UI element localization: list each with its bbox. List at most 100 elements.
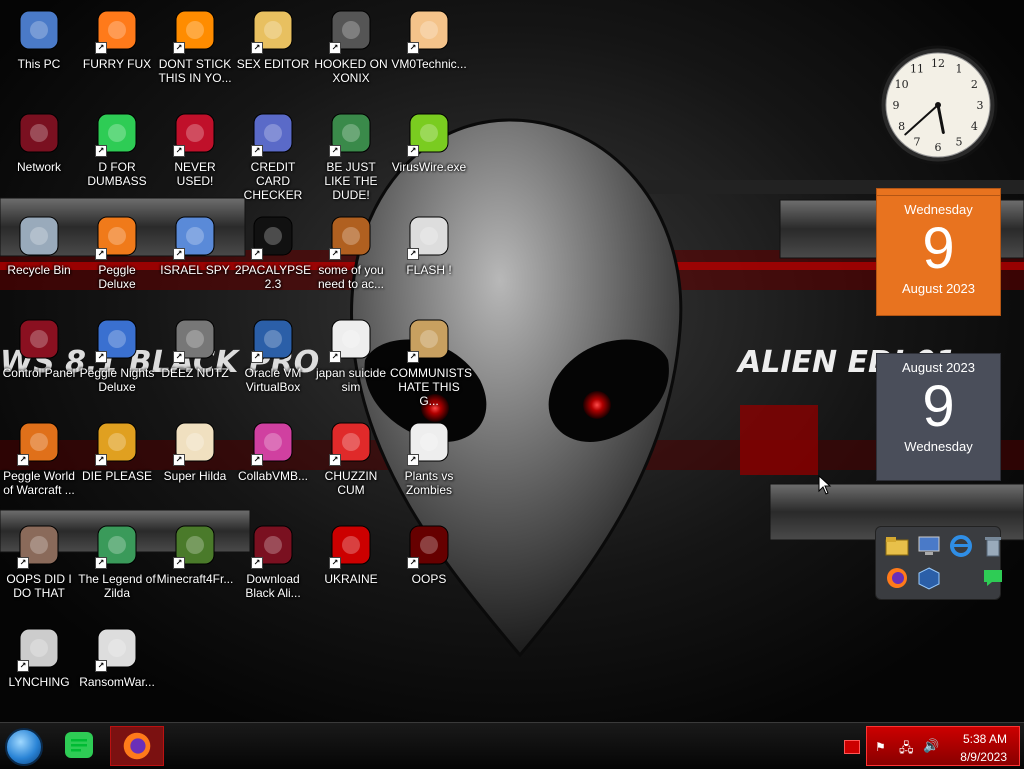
virtualbox-icon[interactable] [916,565,942,591]
shortcut-arrow-icon: ↗ [95,145,107,157]
taskbar-discord-chat-icon[interactable] [56,726,102,766]
firefox-icon[interactable] [884,565,910,591]
desktop-icon[interactable]: ↗ Peggle Deluxe [78,212,156,291]
desktop-icon-label: Network [16,160,61,174]
tray-time[interactable]: 5:38 AM [963,732,1007,746]
shortcut-arrow-icon: ↗ [329,42,341,54]
desktop-icon[interactable]: ↗ Super Hilda [156,418,234,483]
calendar-weekday: Wednesday [904,202,973,217]
desktop-icon[interactable]: ↗ Oracle VM VirtualBox [234,315,312,394]
director-icon: ↗ [93,418,141,466]
desktop-icon-label: CREDIT CARD CHECKER [243,160,303,202]
desktop-icon[interactable]: ↗ Minecraft4Fr... [156,521,234,586]
desktop-icon[interactable]: ↗ HOOKED ON XONIX [312,6,390,85]
desktop-icon[interactable]: ↗ Peggle Nights Deluxe [78,315,156,394]
desktop-icon[interactable]: ↗ CREDIT CARD CHECKER [234,109,312,202]
desktop-icon-label: This PC [17,57,61,71]
calendar-gadget-orange[interactable]: Wednesday 9 August 2023 [876,188,1001,316]
flag-icon[interactable]: ⚑ [875,740,886,754]
taskbar: ⚑ 🖧 🔊 5:38 AM 8/9/2023 [0,722,1024,769]
desktop-icon[interactable]: ↗ LYNCHING [0,624,78,689]
desktop-icon[interactable]: ↗ CHUZZIN CUM [312,418,390,497]
start-orb-icon[interactable] [5,728,43,766]
firefox-icon: ↗ [93,6,141,54]
desktop-icon-label: DONT STICK THIS IN YO... [158,57,232,85]
xonix-game-icon: ↗ [327,6,375,54]
taskbar-notification-icon[interactable] [844,740,860,754]
desktop-icon[interactable]: ↗ VM0Technic... [390,6,468,71]
desktop-icon[interactable]: ↗ RansomWar... [78,624,156,689]
desktop-icon-label: ISRAEL SPY [160,263,230,277]
desktop-icon[interactable]: ↗ Plants vs Zombies [390,418,468,497]
doctor-person-icon: ↗ [405,6,453,54]
desktop-icon[interactable]: ↗ Peggle World of Warcraft ... [0,418,78,497]
desktop-icon[interactable]: This PC [0,6,78,71]
clock-gadget[interactable]: 12 12 3 45 6 78 9 1011 [877,44,999,166]
shortcut-arrow-icon: ↗ [251,454,263,466]
desktop-icon[interactable]: ↗ COMMUNISTS HATE THIS G... [390,315,472,408]
desktop-icon-label: japan suicide sim [315,366,387,394]
desktop-icon-label: Control Panel [2,366,76,380]
folder-icon[interactable] [884,533,910,559]
taskbar-firefox-icon[interactable] [110,726,164,766]
desktop-icon-label: Peggle Nights Deluxe [79,366,155,394]
desktop-icon[interactable]: ↗ Download Black Ali... [234,521,312,600]
ie-icon[interactable] [948,533,974,559]
peggle-icon: ↗ [93,212,141,260]
desktop-icon[interactable]: ↗ D FOR DUMBASS [78,109,156,188]
tray-date[interactable]: 8/9/2023 [960,750,1007,764]
desktop-icon[interactable]: ↗ some of you need to ac... [312,212,390,291]
game-file-icon: ↗ [327,315,375,363]
shortcut-arrow-icon: ↗ [95,351,107,363]
desktop-icon-label: D FOR DUMBASS [87,160,147,188]
desktop-icon-label: VirusWire.exe [391,160,467,174]
shortcut-arrow-icon: ↗ [95,248,107,260]
shortcut-arrow-icon: ↗ [173,42,185,54]
calendar-month-year: August 2023 [901,281,975,296]
desktop-icon[interactable]: ↗ DEEZ NUTZ [156,315,234,380]
desktop-icon-label: LYNCHING [8,675,70,689]
network-icon[interactable]: 🖧 [899,739,914,761]
desktop-icon-label: HOOKED ON XONIX [314,57,388,85]
alien-orb-icon: ↗ [249,521,297,569]
desktop-icon[interactable]: ↗ NEVER USED! [156,109,234,188]
shortcut-arrow-icon: ↗ [17,557,29,569]
clock-numeral: 12 [931,57,945,70]
desktop-icon[interactable]: ↗ ISRAEL SPY [156,212,234,277]
desktop-icon[interactable]: Recycle Bin [0,212,78,277]
desktop-icon[interactable]: ↗ BE JUST LIKE THE DUDE! [312,109,390,202]
desktop-icon-label: Plants vs Zombies [404,469,454,497]
discord-chat-icon[interactable] [980,565,1006,591]
desktop-icon[interactable]: ↗ 2PACALYPSE 2.3 [234,212,312,291]
desktop-icon[interactable]: ↗ VirusWire.exe [390,109,468,174]
computer-icon[interactable] [916,533,942,559]
desktop-icon-label: The Legend of Zilda [78,572,156,600]
desktop-icon[interactable]: ↗ japan suicide sim [312,315,390,394]
desktop-icon[interactable]: ↗ FURRY FUX [78,6,156,71]
desktop-icon[interactable]: Network [0,109,78,174]
desktop-icon[interactable]: ↗ DIE PLEASE [78,418,156,483]
desktop-icon[interactable]: ↗ SEX EDITOR [234,6,312,71]
shortcut-arrow-icon: ↗ [251,351,263,363]
shortcut-arrow-icon: ↗ [173,248,185,260]
desktop-icon[interactable]: ↗ FLASH ! [390,212,468,277]
clock-numeral: 11 [910,63,924,76]
desktop-icon-label: Oracle VM VirtualBox [244,366,302,394]
desktop-icon-label: COMMUNISTS HATE THIS G... [390,366,472,408]
calendar-gadget-gray[interactable]: August 2023 9 Wednesday [876,353,1001,481]
trash-bin-icon[interactable] [980,533,1006,559]
volume-icon[interactable]: 🔊 [923,738,939,754]
window-stack-icon: ↗ [171,315,219,363]
desktop-icon[interactable]: ↗ The Legend of Zilda [78,521,156,600]
desktop-icon[interactable]: ↗ DONT STICK THIS IN YO... [156,6,234,85]
shortcut-arrow-icon: ↗ [95,454,107,466]
knot-icon: ↗ [15,624,63,672]
desktop-icon[interactable]: Control Panel [0,315,78,380]
desktop-icon[interactable]: ↗ UKRAINE [312,521,390,586]
shortcut-arrow-icon: ↗ [251,248,263,260]
credit-card-icon: ↗ [249,109,297,157]
desktop-icon[interactable]: ↗ OOPS [390,521,468,586]
desktop-icon[interactable]: ↗ CollabVMB... [234,418,312,483]
desktop-icon[interactable]: ↗ OOPS DID I DO THAT [0,521,78,600]
desktop-icon-label: RansomWar... [79,675,155,689]
